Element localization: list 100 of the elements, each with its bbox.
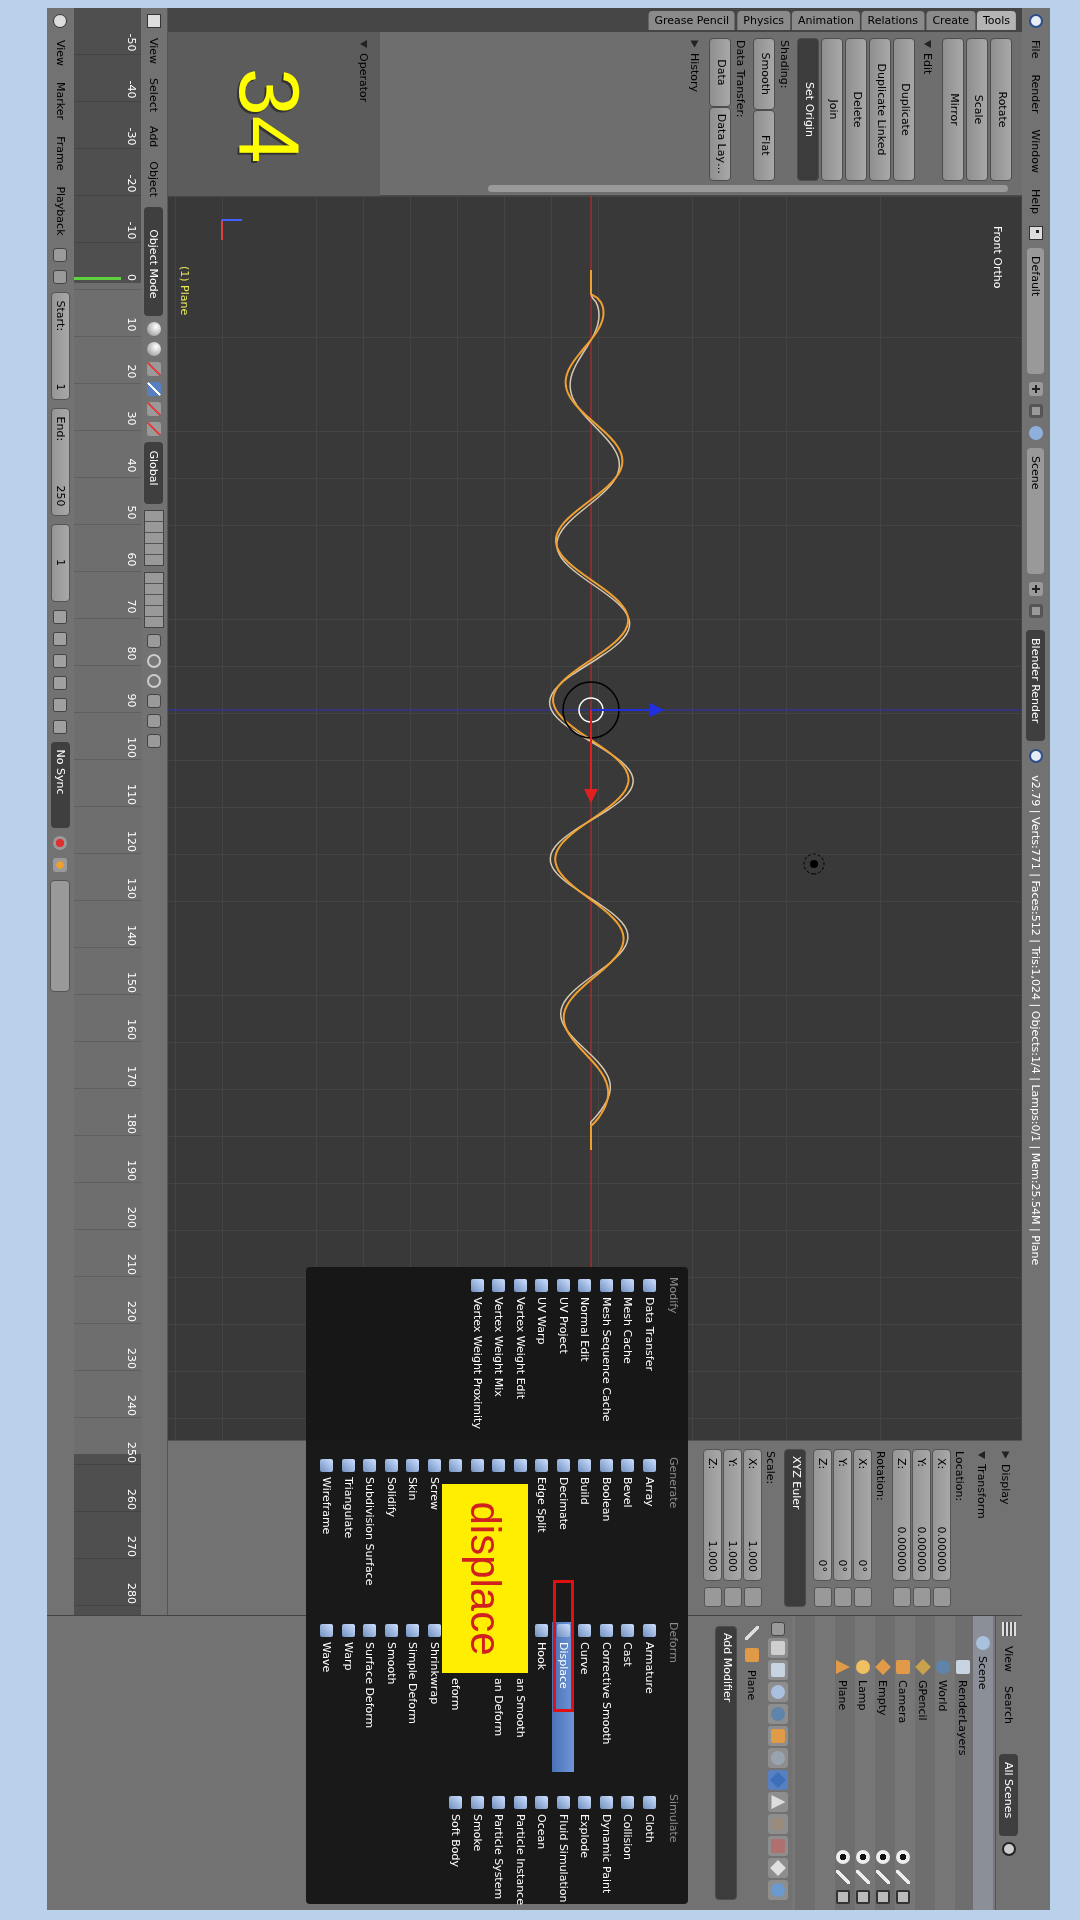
properties-tab[interactable]	[768, 1726, 789, 1746]
menu-item[interactable]: Data Transfer	[638, 1277, 660, 1371]
shelf-tab[interactable]: Create	[926, 10, 975, 30]
menu-item[interactable]: Render	[1029, 70, 1043, 118]
menu-item[interactable]: Screw	[423, 1457, 445, 1511]
menu-item[interactable]: Bevel	[617, 1457, 639, 1508]
properties-tab[interactable]	[768, 1660, 789, 1680]
square-icon[interactable]	[147, 713, 161, 728]
scrollbar[interactable]	[488, 185, 1008, 192]
menu-item[interactable]: Corrective Smooth	[595, 1622, 617, 1745]
circle-icon[interactable]	[1029, 14, 1043, 28]
lock-icon[interactable]	[744, 1587, 762, 1607]
menu-item[interactable]: Mesh Sequence Cache	[595, 1277, 617, 1422]
eye-icon[interactable]	[896, 1850, 910, 1864]
menu-item[interactable]: an Deform	[488, 1676, 510, 1737]
outliner-item[interactable]: Empty	[873, 1616, 893, 1910]
menu-item[interactable]: Vertex Weight Edit	[509, 1277, 531, 1399]
number-field[interactable]: X: 1.000	[743, 1449, 762, 1581]
scene-field[interactable]: Scene	[1027, 448, 1045, 575]
tool-button[interactable]: Duplicate	[893, 38, 915, 181]
menu-item[interactable]: Window	[1029, 125, 1043, 177]
tool-button[interactable]: Data	[709, 38, 731, 107]
menu-item[interactable]: Normal Edit	[574, 1277, 596, 1362]
menu-item[interactable]: Fluid Simulation	[552, 1794, 574, 1903]
square-icon[interactable]	[147, 733, 161, 748]
menu-item[interactable]: Hook	[531, 1622, 553, 1671]
menu-item[interactable]: Help	[1029, 184, 1043, 219]
menu-item[interactable]: UV Project	[552, 1277, 574, 1354]
menu-item[interactable]: Smooth	[380, 1622, 402, 1685]
playback-icon[interactable]	[53, 697, 68, 712]
menu-item[interactable]: Decimate	[552, 1457, 574, 1530]
panel-header[interactable]: History	[684, 38, 707, 181]
number-field[interactable]: Z: 0°	[813, 1449, 832, 1581]
menu-item[interactable]: Cast	[617, 1622, 639, 1667]
search-icon[interactable]	[1002, 1842, 1016, 1857]
menu-item[interactable]: Wireframe	[316, 1457, 338, 1535]
menu-item[interactable]: Smoke	[466, 1794, 488, 1852]
timeline-ruler[interactable]: -50 -40 -30 -20 -10 0 10 20 30 40 50 60 70 80 90 100 110 120 130 140 150 160 170 180 190 200 210 220 230 240 250 260 270 280	[74, 8, 141, 1615]
menu-item[interactable]: Frame	[54, 132, 67, 175]
menu-item[interactable]: Build	[574, 1457, 596, 1505]
menu-item[interactable]: Skin	[402, 1457, 424, 1501]
menu-item[interactable]: Particle System	[488, 1794, 510, 1900]
orientation-dropdown[interactable]: Global	[144, 442, 164, 504]
outliner-item[interactable]: Plane	[833, 1616, 853, 1910]
menu-item[interactable]: Subdivision Surface	[359, 1457, 381, 1586]
shelf-tab[interactable]: Tools	[976, 10, 1016, 30]
playback-icon[interactable]	[53, 675, 68, 690]
square-icon[interactable]	[147, 633, 161, 648]
rotation-mode-dropdown[interactable]: XYZ Euler	[784, 1449, 806, 1607]
add-modifier-dropdown[interactable]: Add Modifier	[715, 1626, 737, 1900]
camera-icon[interactable]	[836, 1890, 850, 1904]
layer-grid[interactable]	[144, 571, 164, 628]
properties-tab[interactable]	[768, 1638, 789, 1658]
tool-button[interactable]: Flat	[753, 109, 775, 181]
menu-item[interactable]: Particle Instance	[509, 1794, 531, 1905]
playback-icon[interactable]	[53, 719, 68, 734]
keying-set-field[interactable]	[50, 879, 71, 992]
current-frame-field[interactable]: 1	[51, 523, 70, 602]
sphere-icon[interactable]	[147, 322, 161, 337]
menu-item[interactable]: Ocean	[531, 1794, 553, 1850]
outliner-item[interactable]: RenderLayers	[953, 1616, 973, 1910]
number-field[interactable]: Z: 0.00000	[892, 1449, 911, 1581]
menu-item[interactable]: Triangulate	[337, 1457, 359, 1539]
plus-icon[interactable]	[1029, 382, 1043, 397]
outliner-item[interactable]: GPencil	[913, 1616, 933, 1910]
list-icon[interactable]	[1002, 1622, 1016, 1636]
outliner-item[interactable]: Camera	[893, 1616, 913, 1910]
menu-item[interactable]: Playback	[54, 182, 67, 240]
lock-icon[interactable]	[704, 1587, 722, 1607]
transform-gizmo[interactable]	[562, 681, 664, 803]
menu-item[interactable]: Dynamic Paint	[595, 1794, 617, 1894]
properties-tab[interactable]	[768, 1682, 789, 1702]
properties-tab[interactable]	[768, 1792, 789, 1812]
menu-item[interactable]: an Smooth	[509, 1676, 531, 1738]
clock-icon[interactable]	[53, 14, 68, 28]
number-field[interactable]: X: 0.00000	[932, 1449, 951, 1581]
menu-item[interactable]: Wave	[316, 1622, 338, 1673]
panel-header[interactable]: Transform	[971, 1449, 994, 1607]
sphere-icon[interactable]	[147, 342, 161, 357]
properties-tab[interactable]	[768, 1748, 789, 1768]
cube-icon[interactable]	[147, 14, 161, 28]
menu-item[interactable]: Marker	[54, 78, 67, 125]
menu-item[interactable]: View	[147, 34, 161, 69]
lock-icon[interactable]	[913, 1587, 931, 1607]
menu-item[interactable]: Add	[147, 122, 161, 152]
shelf-tab[interactable]: Physics	[737, 10, 790, 30]
close-icon[interactable]	[1029, 604, 1043, 619]
menu-item[interactable]: File	[1029, 36, 1043, 63]
menu-item[interactable]: Edge Split	[531, 1457, 553, 1533]
menu-item[interactable]: Mesh Cache	[617, 1277, 639, 1364]
lock-icon[interactable]	[854, 1587, 872, 1607]
tool-button[interactable]: Smooth	[753, 38, 775, 110]
tool-button[interactable]: Rotate	[990, 38, 1012, 181]
tool-button[interactable]: Delete	[845, 38, 867, 181]
camera-icon[interactable]	[856, 1890, 870, 1904]
scene-icon[interactable]	[1029, 426, 1043, 441]
plus-icon[interactable]	[1029, 582, 1043, 597]
set-origin-dropdown[interactable]: Set Origin	[797, 38, 819, 181]
menu-item[interactable]: Collision	[617, 1794, 639, 1861]
menu-item[interactable]: View	[54, 36, 67, 71]
